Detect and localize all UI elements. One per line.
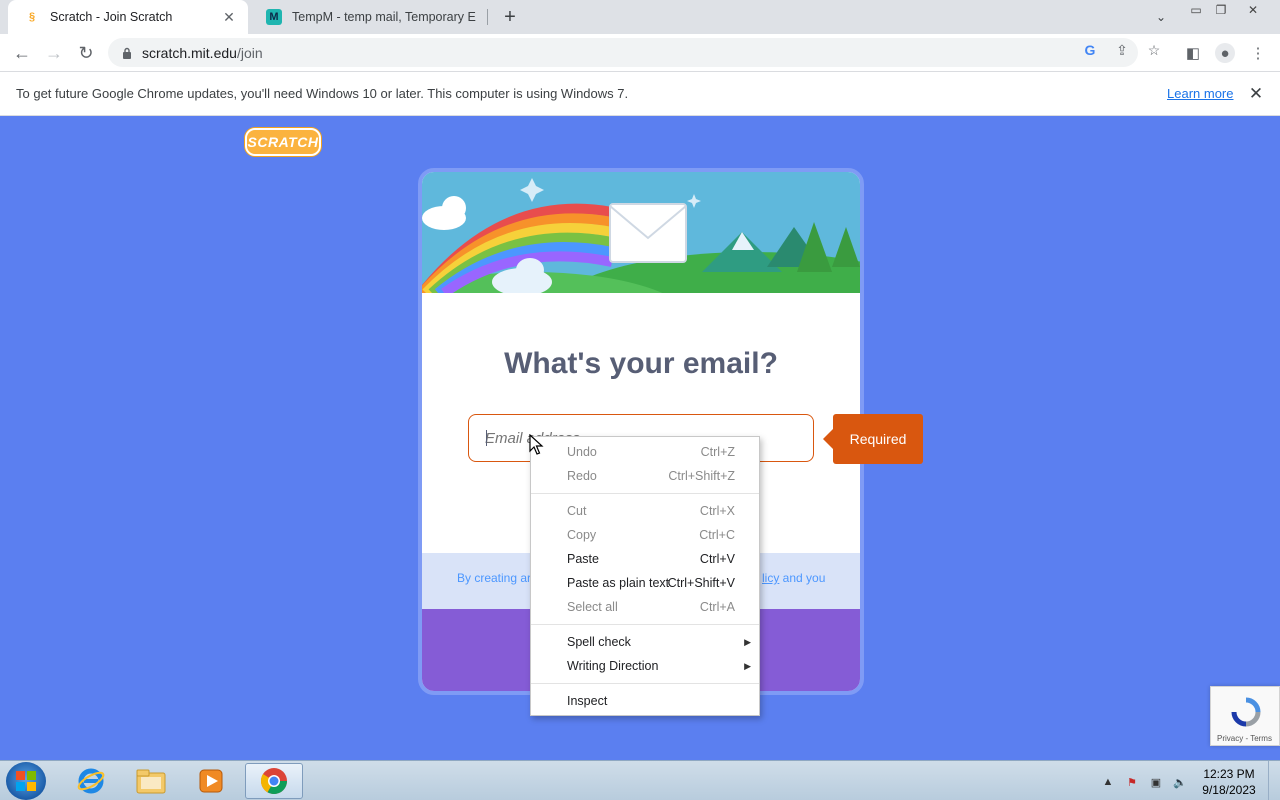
ctx-item-paste-plain[interactable]: Paste as plain text Ctrl+Shift+V	[531, 571, 759, 595]
windows-taskbar: ▲ ⚑ ▣ 🔈 12:23 PM 9/18/2023	[0, 760, 1280, 800]
close-tab-icon[interactable]: ✕	[220, 8, 238, 26]
privacy-policy-link[interactable]: licy	[762, 571, 779, 585]
url-path: /join	[236, 44, 263, 61]
tab-separator	[487, 9, 488, 25]
terms-text-left: By creating ar	[457, 571, 532, 585]
taskbar-google-chrome[interactable]	[245, 763, 303, 799]
google-lens-icon[interactable]: G	[1081, 41, 1099, 59]
scratch-favicon-icon: §	[28, 11, 36, 23]
email-hero-illustration	[422, 172, 860, 293]
bookmark-star-icon[interactable]: ☆	[1145, 41, 1163, 59]
ctx-shortcut: Ctrl+A	[699, 600, 735, 614]
url-text: scratch.mit.edu/join	[142, 45, 263, 61]
browser-toolbar: ← → ↻ scratch.mit.edu/join G ⇪ ☆ ◧ ● ⋮	[0, 34, 1280, 71]
taskbar-clock[interactable]: 12:23 PM 9/18/2023	[1196, 766, 1262, 798]
ctx-separator	[531, 493, 759, 494]
ctx-item-cut[interactable]: Cut Ctrl+X	[531, 499, 759, 523]
volume-muted-icon[interactable]: 🔈	[1172, 774, 1188, 790]
submenu-arrow-icon: ▶	[744, 636, 751, 647]
terms-text-right: licy and you	[762, 571, 825, 585]
ctx-item-select-all[interactable]: Select all Ctrl+A	[531, 595, 759, 619]
internet-explorer-icon	[77, 768, 105, 794]
url-host: scratch.mit.edu	[142, 44, 237, 61]
ctx-shortcut: Ctrl+X	[699, 504, 735, 518]
ctx-shortcut: Ctrl+C	[699, 528, 735, 542]
forward-arrow-icon[interactable]: →	[40, 39, 68, 67]
ctx-item-writing-direction[interactable]: Writing Direction ▶	[531, 654, 759, 678]
ctx-item-undo[interactable]: Undo Ctrl+Z	[531, 440, 759, 464]
submenu-arrow-icon: ▶	[744, 660, 751, 671]
required-validation-tooltip: Required	[823, 414, 923, 464]
ctx-shortcut: Ctrl+V	[699, 552, 735, 566]
ctx-item-copy[interactable]: Copy Ctrl+C	[531, 523, 759, 547]
tab-tempm[interactable]: M TempM - temp mail, Temporary E	[250, 0, 486, 34]
reload-icon[interactable]: ↻	[72, 39, 100, 67]
ctx-shortcut: Ctrl+Shift+Z	[668, 469, 735, 483]
ctx-label: Inspect	[567, 694, 608, 708]
ctx-label: Writing Direction	[567, 659, 659, 673]
ctx-item-paste[interactable]: Paste Ctrl+V	[531, 547, 759, 571]
update-infobar: To get future Google Chrome updates, you…	[0, 71, 1280, 116]
ctx-item-spell-check[interactable]: Spell check ▶	[531, 630, 759, 654]
tab-title: Scratch - Join Scratch	[50, 10, 173, 24]
folder-icon	[136, 769, 166, 794]
side-panel-icon[interactable]: ◧	[1183, 43, 1203, 63]
network-icon[interactable]: ▣	[1148, 774, 1164, 790]
restore-button[interactable]: ❐	[1208, 0, 1234, 20]
clock-date: 9/18/2023	[1202, 783, 1256, 797]
taskbar-internet-explorer[interactable]	[62, 763, 120, 799]
lock-icon[interactable]	[120, 46, 134, 60]
address-bar[interactable]: scratch.mit.edu/join	[108, 38, 1138, 67]
recaptcha-logo-icon	[1231, 697, 1261, 727]
learn-more-link[interactable]: Learn more	[1167, 86, 1233, 101]
ctx-label: Undo	[567, 445, 597, 459]
ctx-separator	[531, 683, 759, 684]
ctx-label: Spell check	[567, 635, 631, 649]
ctx-separator	[531, 624, 759, 625]
ctx-shortcut: Ctrl+Z	[700, 445, 735, 459]
ctx-label: Paste	[567, 552, 599, 566]
tab-scratch-join[interactable]: § Scratch - Join Scratch ✕	[8, 0, 248, 34]
share-icon[interactable]: ⇪	[1113, 41, 1131, 59]
tray-expand-icon[interactable]: ▲	[1100, 774, 1116, 790]
show-desktop-button[interactable]	[1268, 761, 1280, 800]
ctx-item-redo[interactable]: Redo Ctrl+Shift+Z	[531, 464, 759, 488]
more-menu-icon[interactable]: ⋮	[1248, 43, 1268, 63]
profile-avatar-icon[interactable]: ●	[1215, 43, 1235, 63]
action-center-flag-icon[interactable]: ⚑	[1124, 774, 1140, 790]
start-button[interactable]	[6, 762, 46, 800]
tab-strip: § Scratch - Join Scratch ✕ M TempM - tem…	[0, 0, 1280, 34]
tab-title: TempM - temp mail, Temporary E	[292, 10, 476, 24]
new-tab-button[interactable]: +	[498, 5, 522, 29]
recaptcha-label[interactable]: Privacy - Terms	[1217, 734, 1272, 743]
ctx-label: Paste as plain text	[567, 576, 670, 590]
close-window-button[interactable]: ✕	[1240, 0, 1266, 20]
minimize-button[interactable]: ▭	[1183, 0, 1209, 20]
tab-search-chevron-icon[interactable]: ⌄	[1150, 6, 1172, 28]
ctx-label: Cut	[567, 504, 587, 518]
scratch-logo[interactable]: SCRATCH	[245, 128, 321, 156]
page-title: What's your email?	[504, 347, 778, 380]
windows-logo-icon	[16, 771, 36, 791]
ctx-label: Select all	[567, 600, 618, 614]
mouse-cursor-icon	[529, 434, 544, 455]
ctx-shortcut: Ctrl+Shift+V	[667, 576, 735, 590]
text-caret	[486, 430, 487, 446]
taskbar-file-explorer[interactable]	[122, 763, 180, 799]
terms-text-tail: and you	[779, 571, 826, 585]
infobar-close-icon[interactable]: ✕	[1246, 84, 1266, 104]
back-arrow-icon[interactable]: ←	[8, 39, 36, 67]
ctx-label: Redo	[567, 469, 597, 483]
tempm-favicon-icon: M	[266, 9, 282, 25]
recaptcha-badge[interactable]: Privacy - Terms	[1210, 686, 1280, 746]
context-menu: Undo Ctrl+Z Redo Ctrl+Shift+Z Cut Ctrl+X…	[530, 436, 760, 716]
ctx-item-inspect[interactable]: Inspect	[531, 689, 759, 713]
media-player-icon	[199, 769, 223, 793]
infobar-message: To get future Google Chrome updates, you…	[16, 86, 629, 101]
ctx-label: Copy	[567, 528, 597, 542]
chrome-icon	[260, 768, 288, 795]
clock-time: 12:23 PM	[1203, 767, 1255, 781]
taskbar-media-player[interactable]	[182, 763, 240, 799]
